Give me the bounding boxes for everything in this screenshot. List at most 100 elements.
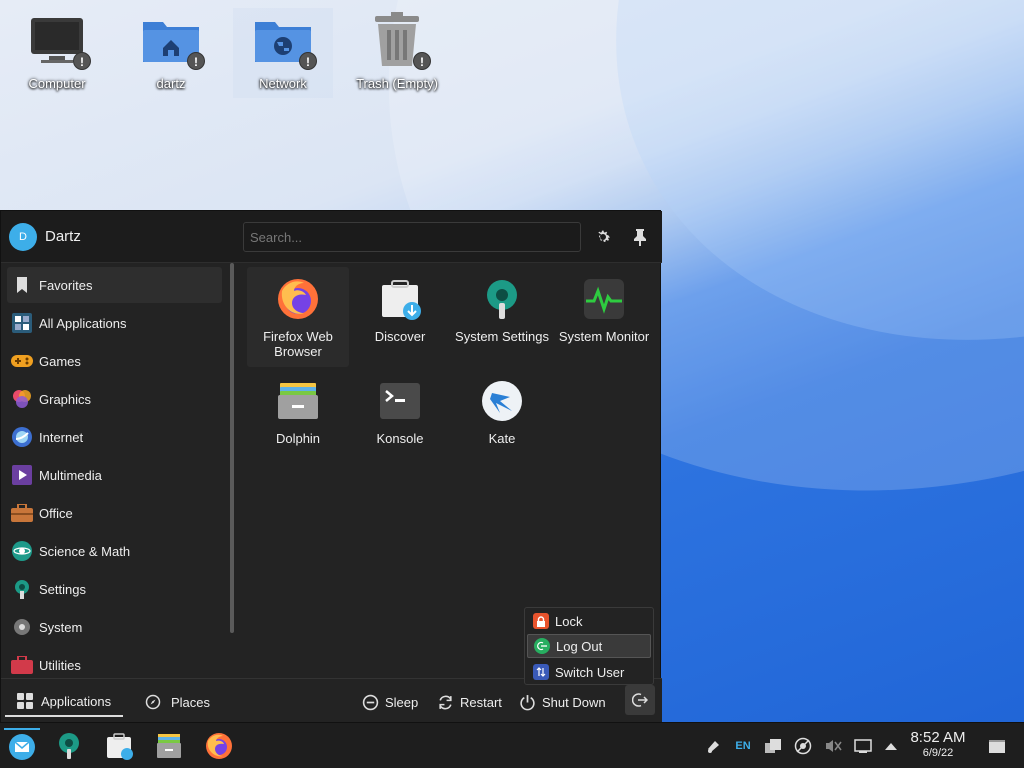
- chevron-up-icon: [885, 743, 897, 750]
- settings-icon: [11, 578, 33, 600]
- app-discover[interactable]: Discover: [349, 267, 451, 367]
- task-firefox[interactable]: [201, 728, 237, 764]
- sleep-icon: [362, 694, 379, 710]
- app-system-monitor[interactable]: System Monitor: [553, 267, 655, 367]
- desktop-icon-label: dartz: [156, 76, 186, 91]
- category-label: Favorites: [39, 277, 93, 293]
- session-more-button[interactable]: [625, 685, 655, 715]
- screen-icon: [854, 739, 872, 753]
- discover-icon: [376, 275, 424, 323]
- configure-button[interactable]: [591, 225, 615, 249]
- desktop-icon-computer[interactable]: ! Computer: [7, 8, 107, 91]
- category-settings[interactable]: Settings: [7, 571, 222, 607]
- power-icon: [520, 694, 535, 710]
- games-icon: [11, 350, 33, 372]
- app-konsole[interactable]: Konsole: [349, 369, 451, 469]
- multimedia-icon: [11, 464, 33, 486]
- graphics-icon: [11, 388, 33, 410]
- gear-icon: [598, 230, 611, 242]
- lock-menu-item[interactable]: Lock: [527, 609, 651, 633]
- category-science-math[interactable]: Science & Math: [7, 533, 222, 569]
- app-firefox[interactable]: Firefox Web Browser: [247, 267, 349, 367]
- menu-header: D Dartz: [1, 211, 662, 263]
- shutdown-button[interactable]: Shut Down: [519, 687, 606, 717]
- category-label: Multimedia: [39, 467, 102, 483]
- display-tray-icon[interactable]: [852, 735, 874, 757]
- sleep-button[interactable]: Sleep: [362, 687, 418, 717]
- category-internet[interactable]: Internet: [7, 419, 222, 455]
- warning-badge: !: [73, 52, 91, 70]
- warning-badge: !: [187, 52, 205, 70]
- volume-muted-icon: [826, 740, 842, 752]
- system-settings-icon: [478, 275, 526, 323]
- all-apps-icon: [11, 312, 33, 334]
- category-label: Office: [39, 505, 73, 521]
- office-icon: [11, 502, 33, 524]
- app-launcher-button[interactable]: [4, 728, 40, 764]
- tray-expander[interactable]: [880, 735, 902, 757]
- search-input[interactable]: [243, 222, 581, 252]
- restart-button[interactable]: Restart: [437, 687, 502, 717]
- desktop-icon-trash[interactable]: ! Trash (Empty): [347, 8, 447, 91]
- clock-time: 8:52 AM: [910, 729, 966, 746]
- notifications-tray-icon[interactable]: [702, 735, 724, 757]
- volume-tray-icon[interactable]: [822, 735, 844, 757]
- category-games[interactable]: Games: [7, 343, 222, 379]
- desktop-icon-label: Trash (Empty): [356, 76, 438, 91]
- clipboard-tray-icon[interactable]: [762, 735, 784, 757]
- category-system[interactable]: System: [7, 609, 222, 645]
- network-tray-icon[interactable]: [792, 735, 814, 757]
- tab-places[interactable]: Places: [145, 687, 210, 717]
- desktop-icon-label: Network: [259, 76, 307, 91]
- category-favorites[interactable]: Favorites: [7, 267, 222, 303]
- task-dolphin[interactable]: [151, 728, 187, 764]
- pin-button[interactable]: [628, 225, 652, 249]
- task-system-settings[interactable]: [51, 728, 87, 764]
- app-kate[interactable]: Kate: [451, 369, 553, 469]
- computer-icon: !: [25, 8, 91, 72]
- firefox-icon: [274, 275, 322, 323]
- logout-icon: [534, 638, 550, 654]
- category-label: Internet: [39, 429, 84, 445]
- system-monitor-icon: [580, 275, 628, 323]
- app-dolphin[interactable]: Dolphin: [247, 369, 349, 469]
- category-graphics[interactable]: Graphics: [7, 381, 222, 417]
- tab-label: Places: [171, 694, 211, 710]
- menu-item-label: Switch User: [555, 664, 625, 680]
- app-label: Konsole: [376, 431, 424, 446]
- app-label: System Settings: [455, 329, 549, 344]
- switch-user-icon: [533, 664, 549, 680]
- dolphin-icon: [274, 377, 322, 425]
- bell-icon: [708, 741, 719, 753]
- keyboard-layout-indicator[interactable]: EN: [732, 735, 754, 757]
- grid-icon: [17, 693, 33, 709]
- switch-user-menu-item[interactable]: Switch User: [527, 660, 651, 684]
- restart-icon: [439, 695, 452, 709]
- task-discover[interactable]: [101, 728, 137, 764]
- desktop-icon-network[interactable]: ! Network: [233, 8, 333, 98]
- category-label: Graphics: [39, 391, 92, 407]
- desktop-icon-home[interactable]: ! dartz: [121, 8, 221, 91]
- konsole-icon: [376, 377, 424, 425]
- dolphin-icon: [157, 734, 181, 758]
- category-office[interactable]: Office: [7, 495, 222, 531]
- app-system-settings[interactable]: System Settings: [451, 267, 553, 367]
- tab-applications[interactable]: Applications: [5, 687, 124, 717]
- science-icon: [11, 540, 33, 562]
- category-label: Science & Math: [39, 543, 131, 559]
- utilities-icon: [11, 654, 33, 676]
- warning-badge: !: [299, 52, 317, 70]
- clipboard-icon: [765, 739, 781, 753]
- category-scrollbar[interactable]: [230, 263, 234, 633]
- category-utilities[interactable]: Utilities: [7, 647, 222, 679]
- digital-clock[interactable]: 8:52 AM 6/9/22: [902, 729, 974, 759]
- kickoff-icon: [9, 734, 35, 760]
- category-multimedia[interactable]: Multimedia: [7, 457, 222, 493]
- avatar[interactable]: D: [9, 223, 37, 251]
- pin-icon: [634, 229, 646, 246]
- show-desktop-button[interactable]: [986, 735, 1008, 757]
- logout-menu-item[interactable]: Log Out: [527, 634, 651, 658]
- network-icon: [794, 737, 812, 755]
- category-all-applications[interactable]: All Applications: [7, 305, 222, 341]
- bookmark-icon: [11, 274, 33, 296]
